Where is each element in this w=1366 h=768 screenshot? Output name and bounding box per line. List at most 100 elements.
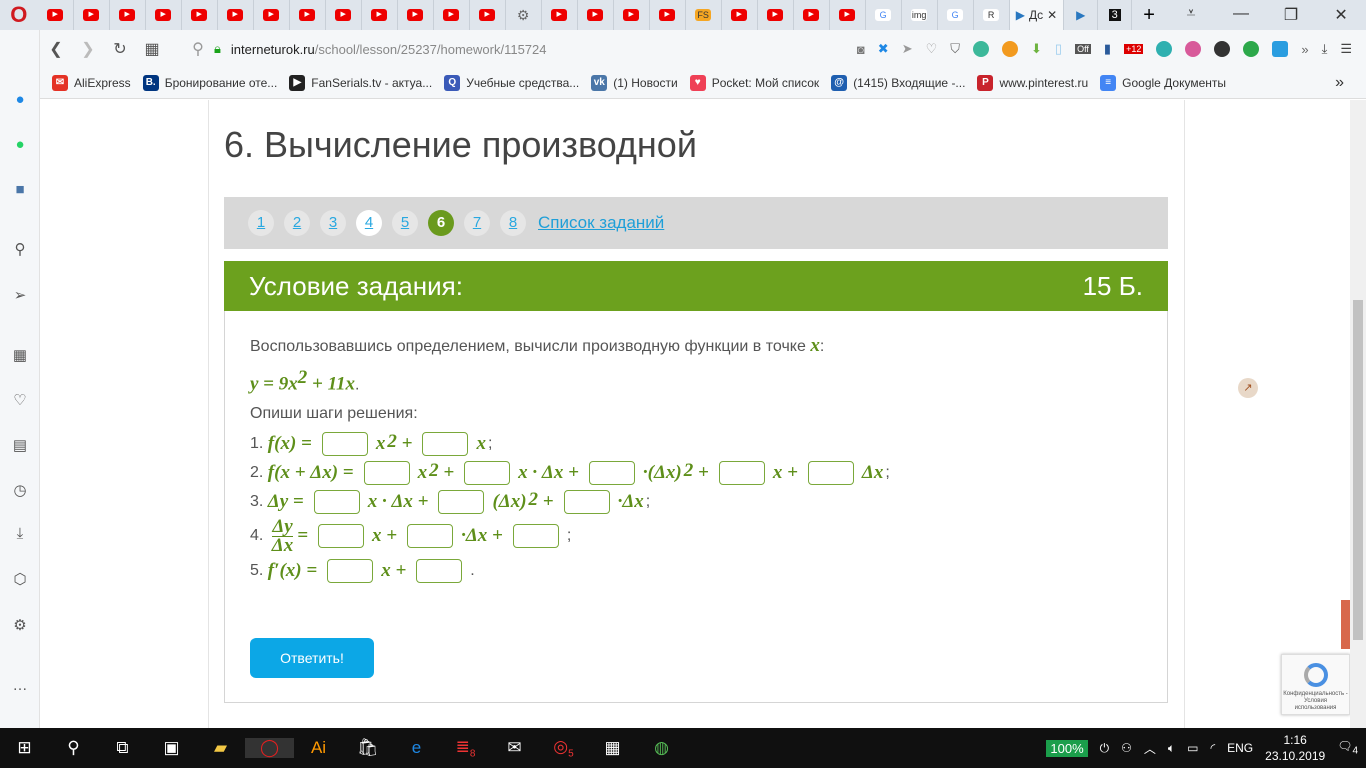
reload-button[interactable]: ↻: [104, 39, 136, 59]
language-indicator[interactable]: ENG: [1227, 741, 1253, 755]
volume-icon[interactable]: 🔈︎: [1168, 741, 1175, 756]
page-link-5[interactable]: 5: [392, 210, 418, 236]
tab[interactable]: G: [938, 0, 974, 30]
vk-icon[interactable]: ■: [10, 180, 30, 200]
clock[interactable]: 1:16 23.10.2019: [1265, 732, 1325, 764]
download-arrow-icon[interactable]: ⬇: [1031, 41, 1042, 57]
page-link-4[interactable]: 4: [356, 210, 382, 236]
opera-menu-button[interactable]: O: [0, 2, 38, 28]
send-icon[interactable]: ➢: [10, 286, 30, 306]
extension-icon[interactable]: [1156, 41, 1173, 57]
forward-button[interactable]: ❯: [72, 39, 104, 59]
tab[interactable]: ▶: [218, 0, 254, 30]
history-icon[interactable]: ◷: [10, 481, 30, 501]
app-icon[interactable]: ≣8: [441, 737, 490, 759]
tab[interactable]: R: [974, 0, 1010, 30]
bookmarks-more-icon[interactable]: »: [1335, 74, 1344, 92]
tab[interactable]: ▶: [470, 0, 506, 30]
off-extension-icon[interactable]: Off: [1075, 44, 1091, 54]
store-icon[interactable]: 🛍︎: [343, 738, 392, 758]
pocket-icon[interactable]: ⛉: [950, 41, 960, 57]
heart-icon[interactable]: ♡: [10, 391, 30, 411]
mail-icon[interactable]: ✉: [490, 738, 539, 758]
bookmark[interactable]: @ (1415) Входящие -...: [831, 75, 965, 91]
bookmark[interactable]: Pwww.pinterest.ru: [977, 75, 1088, 91]
restore-button[interactable]: ❐: [1266, 5, 1316, 25]
tab[interactable]: FS: [686, 0, 722, 30]
page-link-2[interactable]: 2: [284, 210, 310, 236]
tab[interactable]: ▶: [542, 0, 578, 30]
answer-input[interactable]: [512, 524, 559, 549]
people-icon[interactable]: ⚇: [1121, 741, 1132, 755]
extension-icon[interactable]: [1243, 41, 1260, 57]
page-link-3[interactable]: 3: [320, 210, 346, 236]
answer-input[interactable]: [313, 489, 360, 514]
speed-dial-icon[interactable]: ▦: [10, 346, 30, 366]
gear-icon[interactable]: ⚙: [10, 616, 30, 636]
file-explorer-icon[interactable]: ▰: [196, 738, 245, 758]
recaptcha-text[interactable]: Конфиденциальность - Условия использован…: [1283, 691, 1348, 711]
tab-menu-icon[interactable]: ⩡: [1166, 5, 1216, 25]
scrollbar-thumb[interactable]: [1353, 300, 1363, 640]
close-window-button[interactable]: ✕: [1316, 5, 1366, 25]
tab[interactable]: ⚙: [506, 0, 542, 30]
tab[interactable]: ▶: [38, 0, 74, 30]
tab[interactable]: ▶: [1064, 0, 1099, 30]
globe-icon[interactable]: ◍: [637, 738, 686, 758]
tab[interactable]: ▶: [182, 0, 218, 30]
document-icon[interactable]: ▯: [1055, 41, 1062, 57]
answer-input[interactable]: [807, 460, 854, 485]
extension-icon[interactable]: [973, 41, 990, 57]
send-icon[interactable]: ➤: [902, 41, 913, 57]
extension-icon[interactable]: [1002, 41, 1019, 57]
answer-input[interactable]: [588, 460, 635, 485]
task-list-link[interactable]: Список заданий: [538, 213, 664, 233]
downloads-icon[interactable]: ⤓: [10, 524, 30, 544]
tab[interactable]: ▶: [758, 0, 794, 30]
tab[interactable]: ▶: [254, 0, 290, 30]
answer-input[interactable]: [464, 460, 511, 485]
bookmark[interactable]: ▶ FanSerials.tv - актуа...: [289, 75, 432, 91]
tab[interactable]: ▶: [650, 0, 686, 30]
moon-icon[interactable]: [1185, 41, 1202, 57]
answer-input[interactable]: [321, 431, 368, 456]
instagram-icon[interactable]: ◎5: [539, 737, 588, 759]
cube-icon[interactable]: ⬡: [10, 570, 30, 590]
news-icon[interactable]: ▤: [10, 436, 30, 456]
tab[interactable]: ▶: [362, 0, 398, 30]
messenger-icon[interactable]: ●: [10, 90, 30, 110]
submit-answer-button[interactable]: Ответить!: [250, 638, 374, 678]
back-button[interactable]: ❮: [40, 39, 72, 59]
answer-input[interactable]: [416, 558, 463, 583]
page-link-8[interactable]: 8: [500, 210, 526, 236]
calculator-icon[interactable]: ▦: [588, 738, 637, 758]
illustrator-icon[interactable]: Ai: [294, 738, 343, 758]
tab[interactable]: ▶: [578, 0, 614, 30]
tab[interactable]: ▶: [722, 0, 758, 30]
settings-sliders-icon[interactable]: ☰: [1340, 41, 1352, 57]
more-extensions-icon[interactable]: »: [1301, 42, 1308, 57]
answer-input[interactable]: [438, 489, 485, 514]
bookmark[interactable]: ✉ AliExpress: [52, 75, 131, 91]
camera-icon[interactable]: ◙: [857, 42, 865, 57]
answer-input[interactable]: [407, 524, 454, 549]
heart-icon[interactable]: ♡: [926, 41, 938, 57]
chat-button[interactable]: 💬︎: [1341, 600, 1350, 649]
tab[interactable]: img: [902, 0, 938, 30]
whatsapp-icon[interactable]: ●: [10, 135, 30, 155]
more-icon[interactable]: …: [10, 676, 30, 696]
key-icon[interactable]: ⚲: [182, 39, 214, 59]
tab[interactable]: ▶: [614, 0, 650, 30]
external-link-icon[interactable]: ↗: [1238, 378, 1258, 398]
speed-dial-icon[interactable]: ▦: [136, 39, 168, 59]
search-icon[interactable]: ⚲: [49, 738, 98, 758]
battery-indicator[interactable]: 100%: [1046, 739, 1088, 757]
search-icon[interactable]: ⚲: [10, 240, 30, 260]
tab[interactable]: ▶: [290, 0, 326, 30]
answer-input[interactable]: [327, 558, 374, 583]
tab[interactable]: 3: [1098, 0, 1133, 30]
page-link-6[interactable]: 6: [428, 210, 454, 236]
task-view-icon[interactable]: ⧉: [98, 738, 147, 758]
bookmark[interactable]: B. Бронирование оте...: [142, 75, 277, 91]
downloads-icon[interactable]: ⤓: [1322, 41, 1328, 57]
